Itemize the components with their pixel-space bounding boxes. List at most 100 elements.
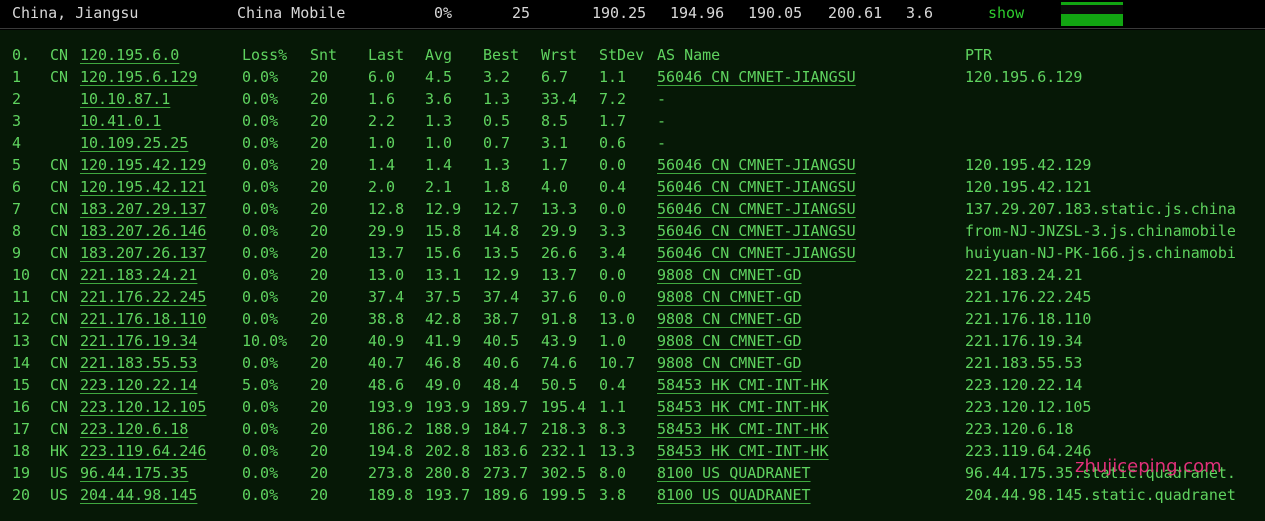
as-name-link[interactable]: 9808 CN CMNET-GD (657, 330, 802, 352)
as-name-link[interactable]: 9808 CN CMNET-GD (657, 264, 802, 286)
avg-value: 202.8 (425, 442, 471, 460)
loss-value: 0.0% (242, 156, 279, 174)
table-row: 16 CN 223.120.12.105 0.0% 20 193.9 193.9 189.7 1… (0, 396, 1265, 418)
loss-value: 0.0% (242, 398, 279, 416)
isp-label: China Mobile (237, 4, 346, 22)
ip-link[interactable]: 120.195.42.121 (80, 176, 206, 198)
ip-link[interactable]: 183.207.29.137 (80, 198, 206, 220)
sent-value: 20 (310, 156, 329, 174)
best-value: 38.7 (483, 310, 520, 328)
ip-link[interactable]: 10.109.25.25 (80, 132, 188, 154)
as-name-link[interactable]: 58453 HK CMI-INT-HK (657, 440, 829, 462)
avg-value: 188.9 (425, 420, 471, 438)
as-name-link[interactable]: 58453 HK CMI-INT-HK (657, 396, 829, 418)
avg-value: 13.1 (425, 266, 462, 284)
as-name-link: - (657, 90, 667, 108)
best-value: 189.7 (483, 398, 529, 416)
summary-avg: 194.96 (670, 4, 725, 22)
worst-value: 37.6 (541, 288, 578, 306)
sent-value: 20 (310, 486, 329, 504)
table-row: 15 CN 223.120.22.14 5.0% 20 48.6 49.0 48.4 50.5 0… (0, 374, 1265, 396)
as-name-link[interactable]: 56046 CN CMNET-JIANGSU (657, 198, 856, 220)
ip-link[interactable]: 221.176.19.34 (80, 330, 197, 352)
ip-link[interactable]: 204.44.98.145 (80, 484, 197, 506)
ptr-value: 120.195.42.129 (965, 156, 1092, 174)
avg-value: 15.6 (425, 244, 462, 262)
stdev-value: 1.1 (599, 68, 627, 86)
traceroute-table: 0. CN 120.195.6.0 Loss% Snt Last Avg Bes… (0, 30, 1265, 521)
header-loss: Loss% (242, 46, 288, 64)
as-name-link[interactable]: 56046 CN CMNET-JIANGSU (657, 154, 856, 176)
as-name-link[interactable]: 8100 US QUADRANET (657, 484, 811, 506)
ptr-value: 221.183.55.53 (965, 354, 1083, 372)
header-last: Last (368, 46, 405, 64)
as-name-link[interactable]: 58453 HK CMI-INT-HK (657, 418, 829, 440)
hop-number: 6 (12, 178, 22, 196)
loss-value: 10.0% (242, 332, 288, 350)
as-name-link[interactable]: 56046 CN CMNET-JIANGSU (657, 220, 856, 242)
ptr-value: 137.29.207.183.static.js.china (965, 200, 1236, 218)
best-value: 40.5 (483, 332, 520, 350)
stdev-value: 0.0 (599, 200, 627, 218)
as-name-link[interactable]: 9808 CN CMNET-GD (657, 286, 802, 308)
ip-link[interactable]: 10.41.0.1 (80, 110, 161, 132)
header-best: Best (483, 46, 520, 64)
worst-value: 4.0 (541, 178, 569, 196)
ip-link[interactable]: 221.183.55.53 (80, 352, 197, 374)
ip-link[interactable]: 183.207.26.137 (80, 242, 206, 264)
worst-value: 91.8 (541, 310, 578, 328)
table-row: 11 CN 221.176.22.245 0.0% 20 37.4 37.5 37.4 37.6… (0, 286, 1265, 308)
ptr-value: 120.195.6.129 (965, 68, 1083, 86)
worst-value: 232.1 (541, 442, 587, 460)
avg-value: 1.4 (425, 156, 453, 174)
worst-value: 195.4 (541, 398, 587, 416)
stdev-value: 0.0 (599, 266, 627, 284)
sent-value: 20 (310, 222, 329, 240)
as-name-link[interactable]: 56046 CN CMNET-JIANGSU (657, 176, 856, 198)
last-value: 189.8 (368, 486, 414, 504)
last-value: 6.0 (368, 68, 396, 86)
ptr-value: 223.120.22.14 (965, 376, 1083, 394)
last-value: 12.8 (368, 200, 405, 218)
ip-link[interactable]: 223.120.22.14 (80, 374, 197, 396)
ip-link[interactable]: 221.176.22.245 (80, 286, 206, 308)
table-row: 5 CN 120.195.42.129 0.0% 20 1.4 1.4 1.3 1.7 0.0 56… (0, 154, 1265, 176)
country-code: CN (50, 420, 69, 438)
show-toggle-link[interactable]: show (988, 4, 1024, 22)
ip-link[interactable]: 183.207.26.146 (80, 220, 206, 242)
last-value: 2.0 (368, 178, 396, 196)
table-row: 1 CN 120.195.6.129 0.0% 20 6.0 4.5 3.2 6.7 1.1 560… (0, 66, 1265, 88)
ptr-value: 221.176.22.245 (965, 288, 1092, 306)
avg-value: 193.7 (425, 486, 471, 504)
ip-link[interactable]: 223.119.64.246 (80, 440, 206, 462)
hop-number: 5 (12, 156, 22, 174)
summary-loss: 0% (434, 4, 453, 22)
stdev-value: 7.2 (599, 90, 627, 108)
as-name-link[interactable]: 8100 US QUADRANET (657, 462, 811, 484)
sent-value: 20 (310, 310, 329, 328)
as-name-link[interactable]: 56046 CN CMNET-JIANGSU (657, 66, 856, 88)
ip-link[interactable]: 221.183.24.21 (80, 264, 197, 286)
ip-link[interactable]: 120.195.42.129 (80, 154, 206, 176)
ip-link[interactable]: 120.195.6.129 (80, 66, 197, 88)
country-code: CN (50, 68, 69, 86)
best-value: 3.2 (483, 68, 511, 86)
ip-link[interactable]: 223.120.6.18 (80, 418, 188, 440)
ptr-value: 120.195.42.121 (965, 178, 1092, 196)
as-name-link[interactable]: 58453 HK CMI-INT-HK (657, 374, 829, 396)
as-name-link[interactable]: 56046 CN CMNET-JIANGSU (657, 242, 856, 264)
ip-link[interactable]: 223.120.12.105 (80, 396, 206, 418)
ip-link[interactable]: 96.44.175.35 (80, 462, 188, 484)
header-ip-link[interactable]: 120.195.6.0 (80, 44, 179, 66)
last-value: 38.8 (368, 310, 405, 328)
as-name-link[interactable]: 9808 CN CMNET-GD (657, 352, 802, 374)
loss-value: 0.0% (242, 244, 279, 262)
best-value: 183.6 (483, 442, 529, 460)
ip-link[interactable]: 221.176.18.110 (80, 308, 206, 330)
best-value: 40.6 (483, 354, 520, 372)
ip-link[interactable]: 10.10.87.1 (80, 88, 170, 110)
worst-value: 218.3 (541, 420, 587, 438)
table-row: 9 CN 183.207.26.137 0.0% 20 13.7 15.6 13.5 26.6 3… (0, 242, 1265, 264)
ptr-value: 223.120.6.18 (965, 420, 1074, 438)
as-name-link[interactable]: 9808 CN CMNET-GD (657, 308, 802, 330)
